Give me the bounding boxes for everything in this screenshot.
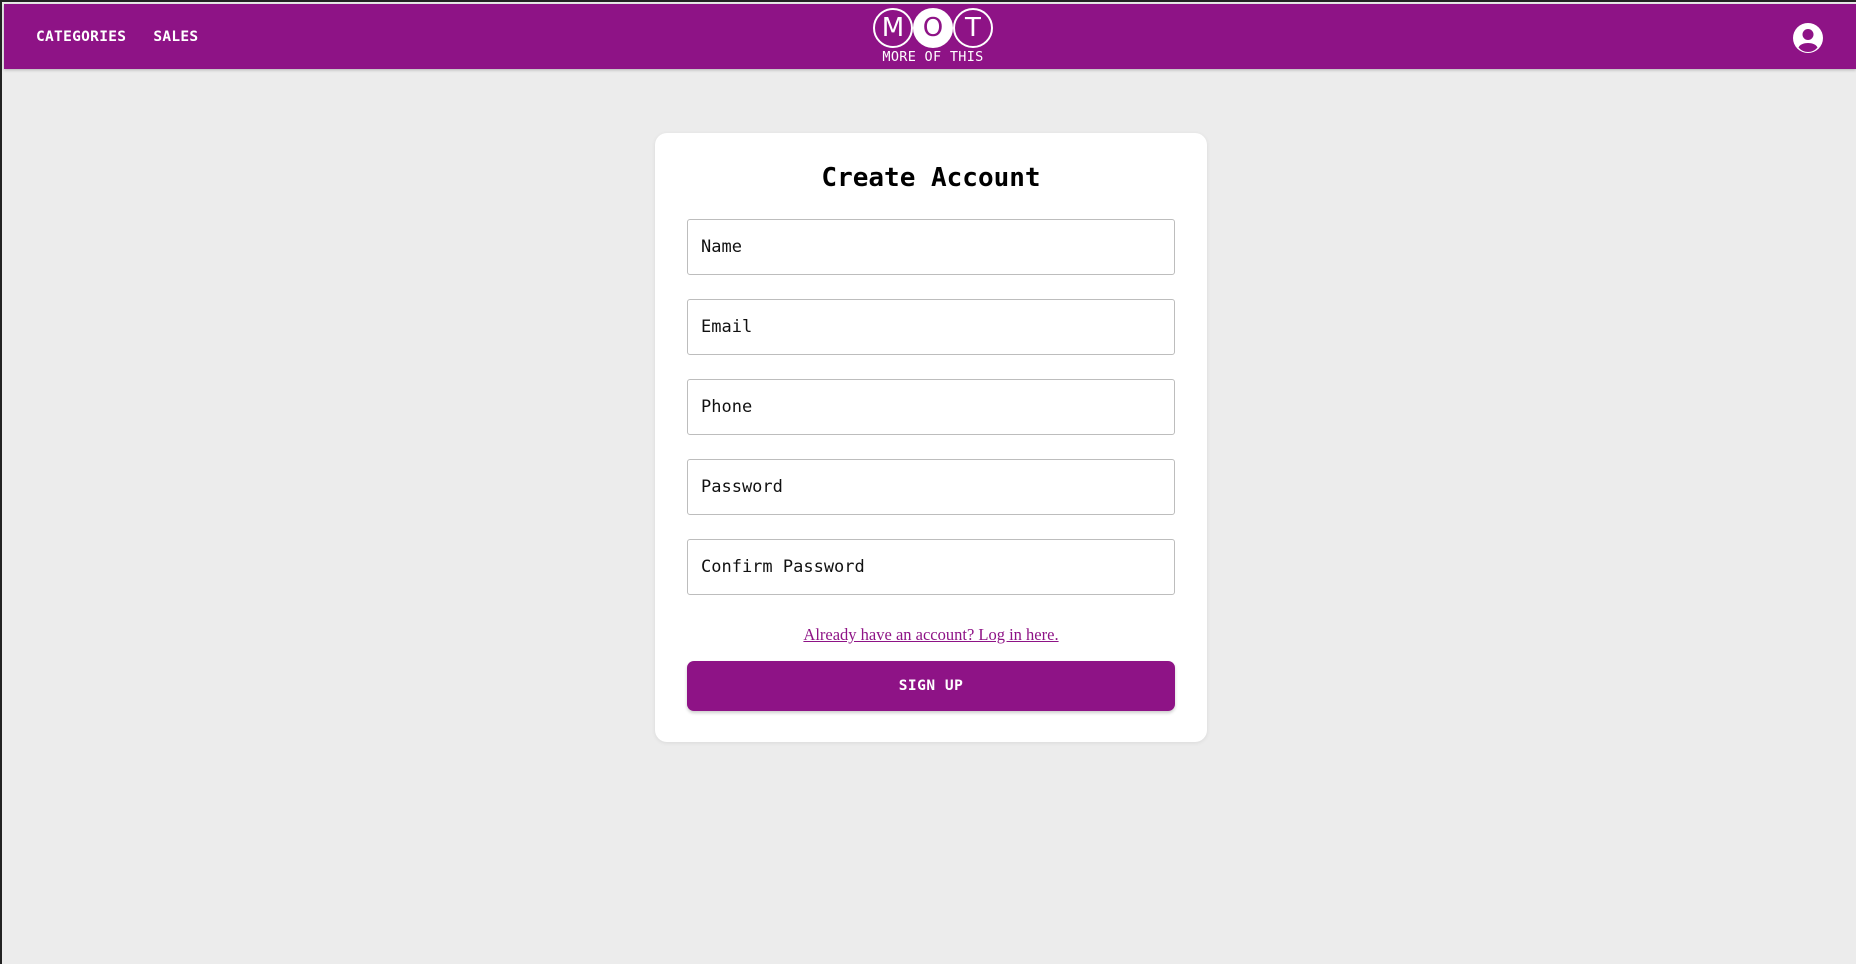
logo-letter-t: T	[953, 8, 993, 48]
nav-link-sales[interactable]: SALES	[153, 29, 198, 45]
nav-links: CATEGORIES SALES	[36, 29, 198, 45]
phone-field[interactable]	[687, 379, 1175, 435]
account-circle-icon[interactable]	[1792, 22, 1824, 54]
top-navbar: CATEGORIES SALES M O T MORE OF THIS	[4, 4, 1856, 69]
sign-up-button[interactable]: SIGN UP	[687, 661, 1175, 711]
page-title: Create Account	[821, 163, 1041, 193]
create-account-card: Create Account Already have an account? …	[655, 133, 1207, 742]
logo-letter-m: M	[873, 8, 913, 48]
logo-subtitle: MORE OF THIS	[882, 49, 984, 65]
site-logo[interactable]: M O T MORE OF THIS	[872, 8, 994, 68]
name-field[interactable]	[687, 219, 1175, 275]
app-frame: CATEGORIES SALES M O T MORE OF THIS Crea…	[0, 0, 1856, 964]
nav-link-categories[interactable]: CATEGORIES	[36, 29, 126, 45]
logo-letters: M O T	[873, 8, 993, 48]
login-link[interactable]: Already have an account? Log in here.	[655, 625, 1207, 645]
logo-letter-o: O	[913, 8, 953, 48]
password-field[interactable]	[687, 459, 1175, 515]
confirm-password-field[interactable]	[687, 539, 1175, 595]
email-field[interactable]	[687, 299, 1175, 355]
